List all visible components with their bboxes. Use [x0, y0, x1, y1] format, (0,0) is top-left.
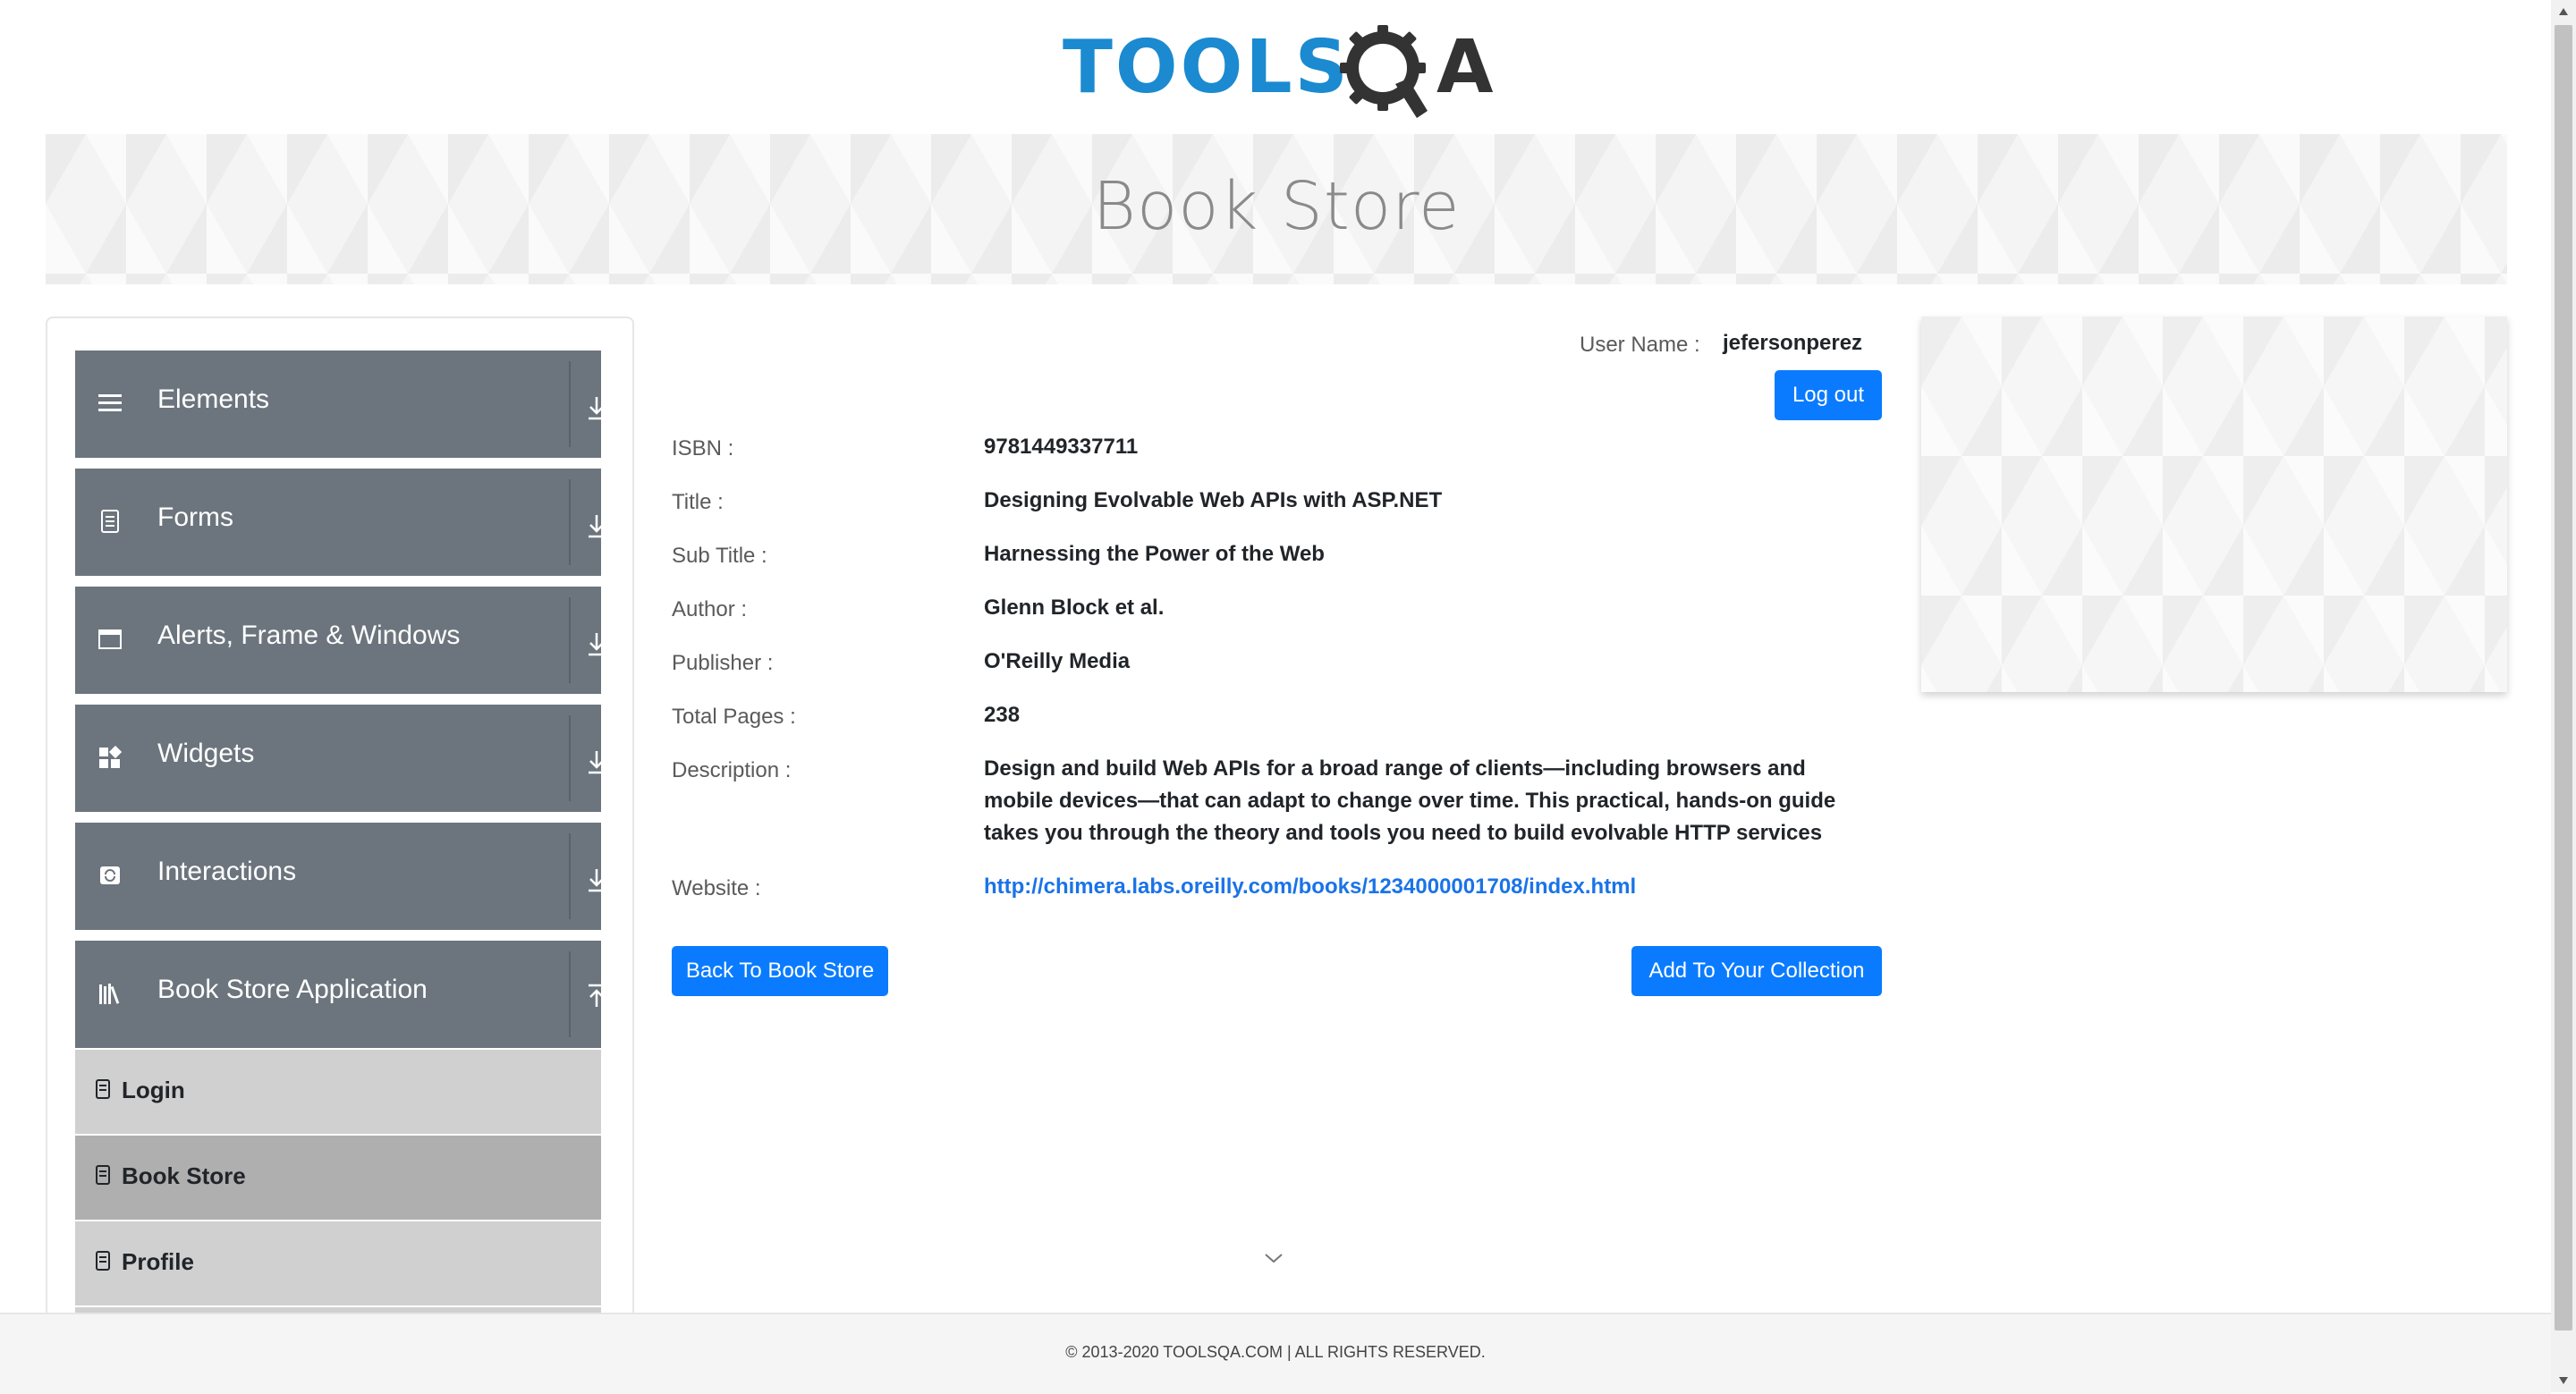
back-to-book-store-button[interactable]: Back To Book Store — [672, 946, 888, 996]
total-pages-value: 238 — [984, 703, 1021, 727]
sidebar: Elements Forms Alerts, Frame & Windows W… — [46, 317, 634, 1320]
sidebar-group-label: Forms — [157, 503, 233, 532]
window-icon — [98, 629, 122, 649]
sidebar-group-alerts[interactable]: Alerts, Frame & Windows — [75, 587, 605, 694]
sidebar-group-elements[interactable]: Elements — [75, 351, 605, 458]
page-title: Book Store — [1092, 168, 1461, 245]
interactions-icon — [100, 866, 120, 884]
description-value: Design and build Web APIs for a broad ra… — [984, 756, 1836, 845]
sidebar-group-widgets[interactable]: Widgets — [75, 705, 605, 812]
sidebar-group-label: Elements — [157, 384, 270, 414]
website-link[interactable]: http://chimera.labs.oreilly.com/books/12… — [984, 874, 1636, 899]
download-arrow-icon — [589, 515, 605, 538]
bookmark-icon — [96, 1079, 110, 1099]
download-arrow-icon — [589, 869, 605, 892]
add-to-collection-button[interactable]: Add To Your Collection — [1631, 946, 1882, 996]
widgets-icon — [99, 746, 122, 768]
bookmark-icon — [96, 1165, 110, 1185]
footer: © 2013-2020 TOOLSQA.COM | ALL RIGHTS RES… — [0, 1313, 2551, 1394]
sidebar-item-label: Book Store — [122, 1162, 246, 1189]
title-value: Designing Evolvable Web APIs with ASP.NE… — [984, 488, 1443, 512]
sidebar-group-interactions[interactable]: Interactions — [75, 823, 605, 930]
total-pages-label: Total Pages : — [672, 705, 796, 729]
toolsqa-logo[interactable]: TOOLS A — [1063, 20, 1497, 120]
sidebar-group-label: Book Store Application — [157, 975, 428, 1004]
download-arrow-icon — [589, 751, 605, 774]
download-arrow-icon — [589, 633, 605, 656]
sidebar-group-label: Widgets — [157, 739, 255, 768]
user-name-value: jefersonperez — [1723, 331, 1863, 355]
download-arrow-icon — [589, 397, 605, 420]
sidebar-group-label: Interactions — [157, 857, 297, 886]
sidebar-item-profile[interactable]: Profile — [75, 1221, 601, 1307]
sidebar-group-forms[interactable]: Forms — [75, 469, 605, 576]
books-icon — [99, 984, 120, 1004]
form-icon — [101, 510, 119, 533]
author-label: Author : — [672, 597, 748, 621]
logo-text-end: A — [1436, 25, 1494, 110]
bookmark-icon — [96, 1251, 110, 1271]
subtitle-value: Harnessing the Power of the Web — [984, 542, 1325, 566]
sidebar-item-label: Login — [122, 1077, 185, 1103]
isbn-label: ISBN : — [672, 436, 734, 460]
sidebar-item-label: Profile — [122, 1248, 194, 1275]
logout-button[interactable]: Log out — [1775, 370, 1882, 420]
subtitle-label: Sub Title : — [672, 544, 767, 568]
chevron-down-icon[interactable] — [1263, 1250, 1284, 1266]
sidebar-group-book-store[interactable]: Book Store Application — [75, 941, 605, 1048]
menu-icon — [98, 394, 122, 411]
website-label: Website : — [672, 876, 761, 900]
user-name-label: User Name : — [1580, 333, 1700, 357]
description-label: Description : — [672, 758, 792, 782]
title-label: Title : — [672, 490, 724, 514]
isbn-value: 9781449337711 — [984, 435, 1139, 459]
publisher-value: O'Reilly Media — [984, 649, 1131, 673]
sidebar-group-label: Alerts, Frame & Windows — [157, 621, 461, 650]
scroll-up-arrow-icon[interactable] — [2558, 7, 2569, 16]
logo-gear-q-icon — [1340, 25, 1428, 118]
ad-panel — [1921, 317, 2507, 692]
page-banner: Book Store — [46, 134, 2507, 284]
scrollbar-thumb[interactable] — [2555, 25, 2572, 1331]
sidebar-item-book-store[interactable]: Book Store — [75, 1136, 601, 1221]
page: TOOLS A Book Store Elements Forms Alerts… — [0, 0, 2551, 1394]
logo-text-main: TOOLS — [1063, 25, 1351, 110]
upload-arrow-icon — [589, 984, 605, 1007]
page-scrollbar[interactable] — [2551, 0, 2576, 1392]
author-value: Glenn Block et al. — [984, 596, 1165, 620]
publisher-label: Publisher : — [672, 651, 774, 675]
scroll-down-arrow-icon[interactable] — [2558, 1376, 2569, 1385]
sidebar-item-login[interactable]: Login — [75, 1050, 601, 1136]
footer-copyright: © 2013-2020 TOOLSQA.COM | ALL RIGHTS RES… — [1065, 1343, 1486, 1361]
